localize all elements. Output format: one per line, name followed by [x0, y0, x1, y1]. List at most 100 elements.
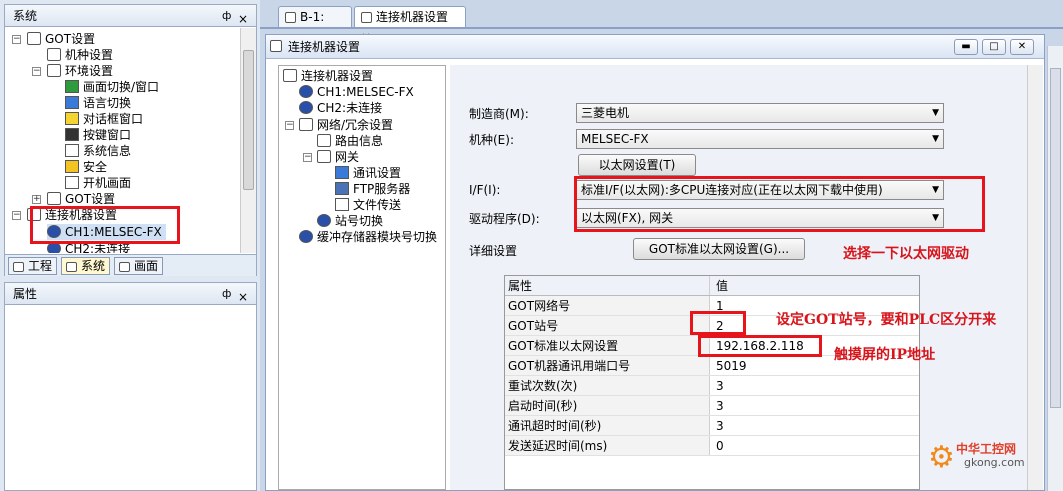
tree-item-label: CH2:未连接 — [317, 101, 383, 115]
routing-icon — [317, 134, 331, 147]
grid-header: 属性 值 — [505, 276, 919, 296]
tree-item-model-settings[interactable]: 机种设置 — [47, 47, 113, 63]
tree-item-dialog-window[interactable]: 对话框窗口 — [65, 111, 143, 127]
model-select[interactable]: MELSEC-FX ▼ — [576, 129, 944, 149]
detail-settings-label: 详细设置 — [469, 244, 518, 258]
warning-icon — [65, 112, 79, 125]
dialog-tree: 连接机器设置 CH1:MELSEC-FX CH2:未连接 − 网络/冗余设置 路… — [278, 65, 446, 490]
window-scrollbar[interactable] — [1047, 46, 1063, 491]
annotation-ip: 触摸屏的IP地址 — [834, 347, 936, 363]
table-row[interactable]: 通讯超时时间(秒) 3 — [505, 416, 919, 436]
dlg-tree-ftp[interactable]: FTP服务器 — [335, 181, 410, 197]
pin-icon[interactable]: ф — [222, 287, 232, 300]
maker-select[interactable]: 三菱电机 ▼ — [576, 103, 944, 123]
vertical-scrollbar[interactable] — [240, 28, 256, 253]
close-icon[interactable]: × — [238, 286, 248, 308]
tree-item-key-window[interactable]: 按键窗口 — [65, 127, 131, 143]
dlg-tree-station-switch[interactable]: 站号切换 — [317, 213, 383, 229]
highlight-box-if-driver — [574, 176, 985, 232]
tree-item-label: 语言切换 — [83, 96, 132, 110]
properties-panel: 属性 ф × — [4, 282, 257, 491]
system-icon — [66, 262, 77, 272]
tab-b1[interactable]: B-1: — [278, 6, 352, 28]
tree-item-system-info[interactable]: 系统信息 — [65, 143, 131, 159]
collapse-icon[interactable]: − — [12, 35, 21, 44]
highlight-box-station — [690, 311, 746, 335]
tab-project[interactable]: 工程 — [8, 257, 58, 275]
scroll-thumb[interactable] — [243, 50, 254, 190]
tree-item-label: 安全 — [83, 160, 108, 174]
row-value: 3 — [716, 379, 724, 393]
properties-panel-title: 属性 ф × — [5, 283, 256, 305]
close-icon[interactable]: × — [238, 8, 248, 30]
system-panel-title: 系统 ф × — [5, 5, 256, 27]
expand-icon[interactable]: + — [32, 195, 41, 204]
tree-item-got-settings[interactable]: GOT设置 — [27, 31, 95, 47]
settings-form: 制造商(M): 三菱电机 ▼ 机种(E): MELSEC-FX ▼ 以太网设置(T)… — [450, 65, 1042, 490]
pin-icon[interactable]: ф — [222, 9, 232, 22]
got-ethernet-settings-button[interactable]: GOT标准以太网设置(G)... — [633, 238, 805, 260]
dialog-scrollbar[interactable] — [1027, 65, 1043, 490]
tree-item-security[interactable]: 安全 — [65, 159, 107, 175]
tree-item-got-settings-2[interactable]: GOT设置 — [47, 191, 115, 207]
model-value: MELSEC-FX — [581, 132, 649, 146]
tree-item-label: GOT设置 — [45, 32, 96, 46]
collapse-icon[interactable]: − — [285, 121, 294, 130]
dlg-tree-file-transfer[interactable]: 文件传送 — [335, 197, 401, 213]
language-icon — [65, 96, 79, 109]
annotation-station: 设定GOT站号，要和PLC区分开来 — [776, 312, 997, 328]
highlight-box-ip — [698, 335, 822, 357]
network-icon — [299, 118, 313, 131]
table-row[interactable]: 重试次数(次) 3 — [505, 376, 919, 396]
dlg-tree-routing[interactable]: 路由信息 — [317, 133, 383, 149]
tab-label: 系统 — [81, 259, 106, 273]
tree-item-language[interactable]: 语言切换 — [65, 95, 131, 111]
screen-icon — [285, 12, 296, 23]
tree-item-label: GOT设置 — [65, 192, 116, 206]
dlg-tree-ch2[interactable]: CH2:未连接 — [299, 100, 382, 116]
connection-icon — [283, 69, 297, 82]
tree-item-label: 连接机器设置 — [301, 69, 374, 83]
tree-item-label: 通讯设置 — [353, 166, 402, 180]
dlg-tree-buffer-switch[interactable]: 缓冲存储器模块号切换 — [299, 229, 437, 245]
table-row[interactable]: 启动时间(秒) 3 — [505, 396, 919, 416]
tree-item-screen-switch[interactable]: 画面切换/窗口 — [65, 79, 159, 95]
row-name: GOT标准以太网设置 — [505, 336, 710, 355]
model-icon — [47, 48, 61, 61]
driver-label: 驱动程序(D): — [469, 212, 540, 226]
ethernet-settings-button[interactable]: 以太网设置(T) — [578, 154, 696, 176]
collapse-icon[interactable]: − — [303, 153, 312, 162]
watermark-url: gkong.com — [964, 456, 1025, 469]
channel-icon — [299, 101, 313, 114]
dlg-tree-gateway[interactable]: 网关 — [317, 149, 359, 165]
scroll-thumb[interactable] — [1050, 68, 1061, 408]
dlg-tree-comm[interactable]: 通讯设置 — [335, 165, 401, 181]
close-button[interactable]: ✕ — [1010, 39, 1034, 55]
dlg-tree-connection-settings[interactable]: 连接机器设置 — [283, 68, 373, 84]
tab-label: 画面 — [134, 259, 159, 273]
tree-item-boot-screen[interactable]: 开机画面 — [65, 175, 131, 191]
maximize-button[interactable]: □ — [982, 39, 1006, 55]
dlg-tree-ch1[interactable]: CH1:MELSEC-FX — [299, 84, 414, 100]
tree-item-environment[interactable]: 环境设置 — [47, 63, 113, 79]
dlg-tree-network[interactable]: 网络/冗余设置 — [299, 117, 393, 133]
connection-icon — [270, 40, 282, 52]
table-row[interactable]: 发送延迟时间(ms) 0 — [505, 436, 919, 456]
tree-item-label: 网络/冗余设置 — [317, 118, 394, 132]
chevron-down-icon: ▼ — [932, 134, 939, 144]
tab-connection-settings[interactable]: 连接机器设置 × — [354, 6, 466, 44]
buffer-icon — [299, 230, 313, 243]
tree-item-label: 路由信息 — [335, 134, 384, 148]
tree-item-label: 开机画面 — [83, 176, 132, 190]
row-name: 通讯超时时间(秒) — [505, 416, 710, 435]
bottom-tabs: 工程 系统 画面 — [5, 254, 256, 276]
lock-icon — [65, 160, 79, 173]
collapse-icon[interactable]: − — [12, 211, 21, 220]
tab-label: 工程 — [28, 259, 53, 273]
minimize-button[interactable]: ▬ — [954, 39, 978, 55]
boot-screen-icon — [65, 176, 79, 189]
row-value: 0 — [716, 439, 724, 453]
collapse-icon[interactable]: − — [32, 67, 41, 76]
tab-screen[interactable]: 画面 — [114, 257, 164, 275]
tab-system[interactable]: 系统 — [61, 257, 111, 275]
